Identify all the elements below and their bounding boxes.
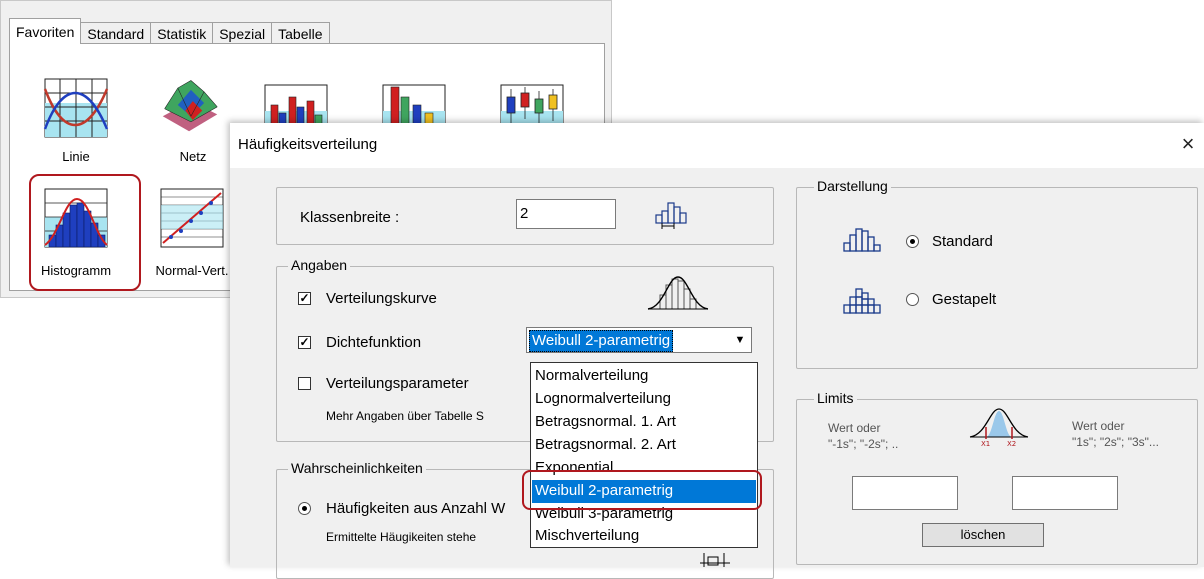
standard-histogram-icon [843, 228, 881, 252]
surface-chart-icon[interactable] [157, 73, 223, 135]
klassenbreite-input[interactable]: 2 [516, 199, 616, 229]
tab-spezial[interactable]: Spezial [212, 22, 273, 44]
bin-marker-icon [700, 553, 730, 567]
dialog-title: Häufigkeitsverteilung [238, 136, 378, 153]
option-normalverteilung[interactable]: Normalverteilung [532, 365, 756, 388]
verteilungskurve-checkbox[interactable]: ✓ [298, 292, 311, 305]
gestapelt-label: Gestapelt [932, 291, 997, 308]
distribution-curve-icon [647, 276, 709, 310]
dichtefunktion-checkbox[interactable]: ✓ [298, 336, 311, 349]
x2-label: X2 [1007, 440, 1016, 447]
verteilungsparameter-checkbox[interactable] [298, 377, 311, 390]
weibull-option-highlight-frame [522, 470, 762, 510]
lower-limit-input[interactable] [852, 476, 958, 510]
haeufigkeiten-radio[interactable] [298, 502, 311, 515]
klassenbreite-label: Klassenbreite : [300, 209, 400, 226]
verteilungskurve-label: Verteilungskurve [326, 290, 437, 307]
histogram-highlight-frame [29, 174, 141, 291]
option-betragsnormal-2[interactable]: Betragsnormal. 2. Art [532, 434, 756, 457]
darstellung-group [796, 187, 1198, 369]
gallery-tabs: Favoriten Standard Statistik Spezial Tab… [9, 18, 330, 44]
option-lognormalverteilung[interactable]: Lognormalverteilung [532, 388, 756, 411]
tab-tabelle[interactable]: Tabelle [271, 22, 330, 44]
dichtefunktion-label: Dichtefunktion [326, 334, 422, 351]
limits-legend: Limits [814, 390, 857, 406]
darstellung-legend: Darstellung [814, 178, 891, 194]
limits-curve-icon: X1 X2 [969, 408, 1029, 447]
lower-limit-hint-2: "-1s"; "-2s"; .. [828, 437, 899, 451]
angaben-legend: Angaben [288, 257, 351, 273]
standard-label: Standard [932, 233, 993, 250]
wahrscheinlichkeiten-legend: Wahrscheinlichkeiten [288, 460, 426, 476]
combobox-selected-value: Weibull 2-parametrig [529, 330, 674, 352]
normal-probability-icon[interactable] [159, 187, 225, 249]
option-betragsnormal-1[interactable]: Betragsnormal. 1. Art [532, 411, 756, 434]
wahrscheinlichkeiten-note: Ermittelte Häugikeiten stehe [326, 530, 477, 544]
standard-radio[interactable] [906, 235, 919, 248]
gestapelt-radio[interactable] [906, 293, 919, 306]
close-icon[interactable]: × [1176, 131, 1200, 157]
distribution-dropdown-list: Normalverteilung Lognormalverteilung Bet… [530, 362, 758, 548]
upper-limit-hint-1: Wert oder [1072, 419, 1125, 433]
upper-limit-input[interactable] [1012, 476, 1118, 510]
chevron-down-icon[interactable]: ▼ [730, 329, 750, 351]
haeufigkeiten-label: Häufigkeiten aus Anzahl W [326, 500, 506, 517]
lower-limit-hint-1: Wert oder [828, 421, 881, 435]
tab-standard[interactable]: Standard [80, 22, 152, 44]
angaben-note: Mehr Angaben über Tabelle S [326, 409, 484, 423]
haeufigkeitsverteilung-dialog: Häufigkeitsverteilung × Klassenbreite : … [230, 123, 1204, 579]
loeschen-button[interactable]: löschen [922, 523, 1044, 547]
verteilungsparameter-label: Verteilungsparameter [326, 375, 469, 392]
tab-favoriten[interactable]: Favoriten [9, 18, 82, 44]
upper-limit-hint-2: "1s"; "2s"; "3s"... [1072, 435, 1159, 449]
tab-statistik[interactable]: Statistik [150, 22, 214, 44]
linie-label: Linie [62, 149, 90, 164]
normal-vert-label: Normal-Vert. [155, 263, 229, 278]
class-width-icon [655, 202, 687, 229]
netz-label: Netz [179, 149, 207, 164]
x1-label: X1 [981, 440, 990, 447]
stacked-histogram-icon [843, 288, 881, 314]
option-mischverteilung[interactable]: Mischverteilung [532, 525, 756, 548]
distribution-type-combobox[interactable]: Weibull 2-parametrig ▼ [526, 327, 752, 353]
line-chart-icon[interactable] [43, 77, 109, 139]
